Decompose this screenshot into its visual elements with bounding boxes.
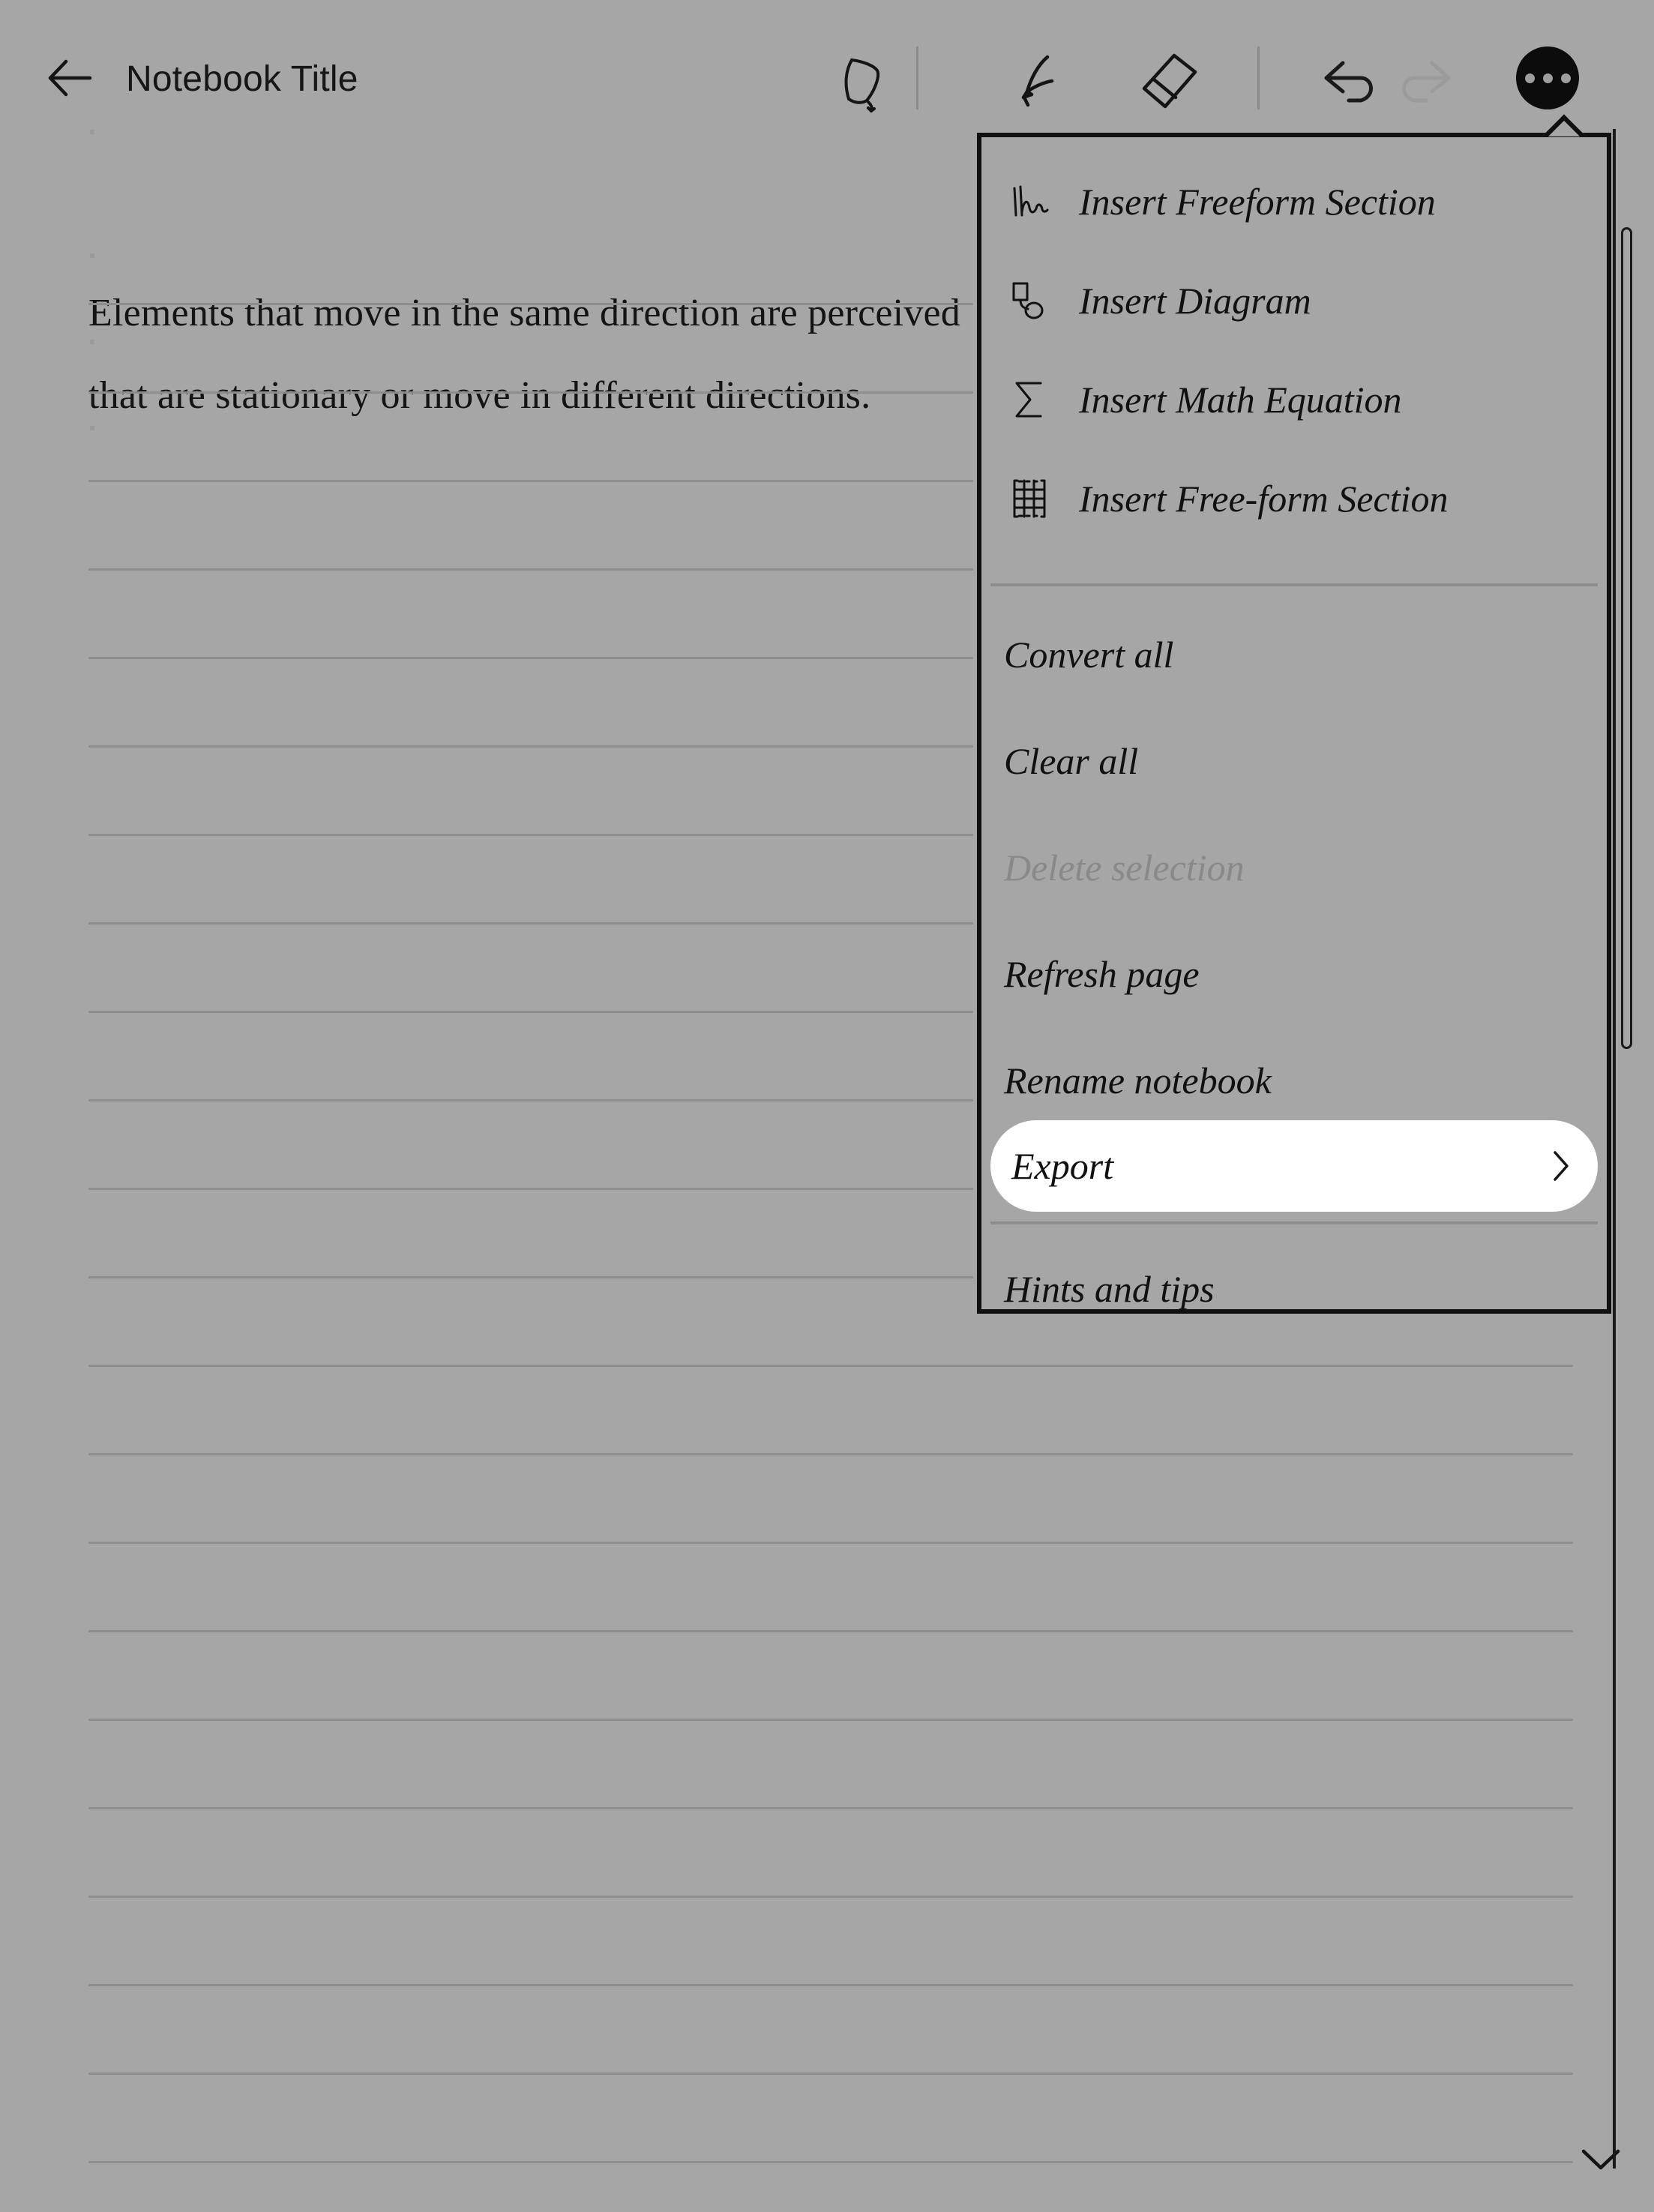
rule-line <box>88 1011 973 1013</box>
rule-line <box>88 1188 973 1190</box>
rule-line <box>88 2161 1573 2163</box>
rule-line <box>88 922 973 925</box>
menu-item-insert-diagram[interactable]: Insert Diagram <box>981 251 1607 350</box>
rule-line <box>88 2073 1573 2075</box>
freeform-scribble-icon <box>1002 175 1056 229</box>
back-arrow-icon[interactable] <box>46 54 94 102</box>
page-paragraph: that are stationary or move in different… <box>88 374 871 417</box>
lasso-select-icon[interactable] <box>825 45 897 117</box>
rule-line <box>88 1365 1573 1367</box>
menu-item-label: Insert Freeform Section <box>1079 181 1436 223</box>
menu-item-rename-notebook[interactable]: Rename notebook <box>981 1031 1607 1130</box>
rule-line <box>88 1276 973 1278</box>
app-root: Notebook Title Elements that move in the… <box>0 0 1654 2212</box>
toolbar-divider-1 <box>916 46 918 109</box>
sigma-math-icon <box>1002 373 1056 427</box>
pen-icon[interactable] <box>1001 45 1073 117</box>
more-dot-3 <box>1560 73 1571 83</box>
diagram-shapes-icon <box>1002 274 1056 328</box>
menu-item-label: Rename notebook <box>1004 1060 1272 1102</box>
margin-tick <box>90 340 94 344</box>
rule-line <box>88 1542 1573 1544</box>
menu-item-export[interactable]: Export <box>990 1120 1598 1212</box>
overflow-menu: Insert Freeform Section Insert Diagram I… <box>977 133 1611 1314</box>
eraser-icon[interactable] <box>1132 45 1204 117</box>
menu-item-label: Insert Diagram <box>1079 280 1311 322</box>
menu-item-label: Insert Free-form Section <box>1079 478 1449 520</box>
menu-item-insert-free-form-section[interactable]: Insert Free-form Section <box>981 449 1607 548</box>
margin-tick <box>90 426 94 430</box>
rule-line <box>88 568 973 571</box>
more-dot-2 <box>1542 73 1553 83</box>
menu-item-label: Refresh page <box>1004 953 1200 995</box>
rule-line <box>88 745 973 748</box>
notebook-title: Notebook Title <box>126 59 358 99</box>
menu-item-label: Convert all <box>1004 634 1174 676</box>
rule-line <box>88 1719 1573 1721</box>
table-grid-icon <box>1002 472 1056 526</box>
scrollbar-thumb[interactable] <box>1621 227 1632 1049</box>
toolbar-divider-2 <box>1257 46 1260 109</box>
menu-item-delete-selection: Delete selection <box>981 818 1607 917</box>
menu-item-insert-math-equation[interactable]: Insert Math Equation <box>981 350 1607 449</box>
page-paragraph: Elements that move in the same direction… <box>88 292 961 334</box>
more-dot-1 <box>1524 73 1535 83</box>
rule-line <box>88 834 973 836</box>
chevron-right-icon <box>1551 1149 1571 1182</box>
rule-line <box>88 1453 1573 1455</box>
rule-line <box>88 303 973 305</box>
rule-line <box>88 1807 1573 1809</box>
menu-item-hints-and-tips[interactable]: Hints and tips <box>981 1239 1607 1338</box>
rule-line <box>88 480 973 482</box>
rule-line <box>88 1984 1573 1986</box>
rule-line <box>88 1630 1573 1632</box>
margin-tick <box>90 253 94 258</box>
rule-line <box>88 391 973 394</box>
menu-item-label: Export <box>1011 1145 1114 1187</box>
margin-tick <box>90 130 94 134</box>
menu-item-clear-all[interactable]: Clear all <box>981 712 1607 811</box>
menu-item-convert-all[interactable]: Convert all <box>981 605 1607 704</box>
menu-item-label: Clear all <box>1004 740 1139 782</box>
undo-icon[interactable] <box>1316 45 1388 117</box>
menu-item-insert-freeform-section[interactable]: Insert Freeform Section <box>981 152 1607 251</box>
menu-item-label: Delete selection <box>1004 847 1245 889</box>
rule-line <box>88 1099 973 1102</box>
menu-item-label: Hints and tips <box>1004 1268 1215 1310</box>
redo-icon[interactable] <box>1387 45 1459 117</box>
rule-line <box>88 1896 1573 1898</box>
menu-separator <box>990 1221 1598 1224</box>
more-options-icon[interactable] <box>1516 46 1579 109</box>
menu-item-refresh-page[interactable]: Refresh page <box>981 925 1607 1024</box>
menu-separator <box>990 583 1598 586</box>
rule-line <box>88 657 973 659</box>
menu-pointer-notch <box>1537 112 1587 136</box>
scrollbar-track[interactable] <box>1613 129 1616 2169</box>
menu-item-label: Insert Math Equation <box>1079 379 1402 421</box>
